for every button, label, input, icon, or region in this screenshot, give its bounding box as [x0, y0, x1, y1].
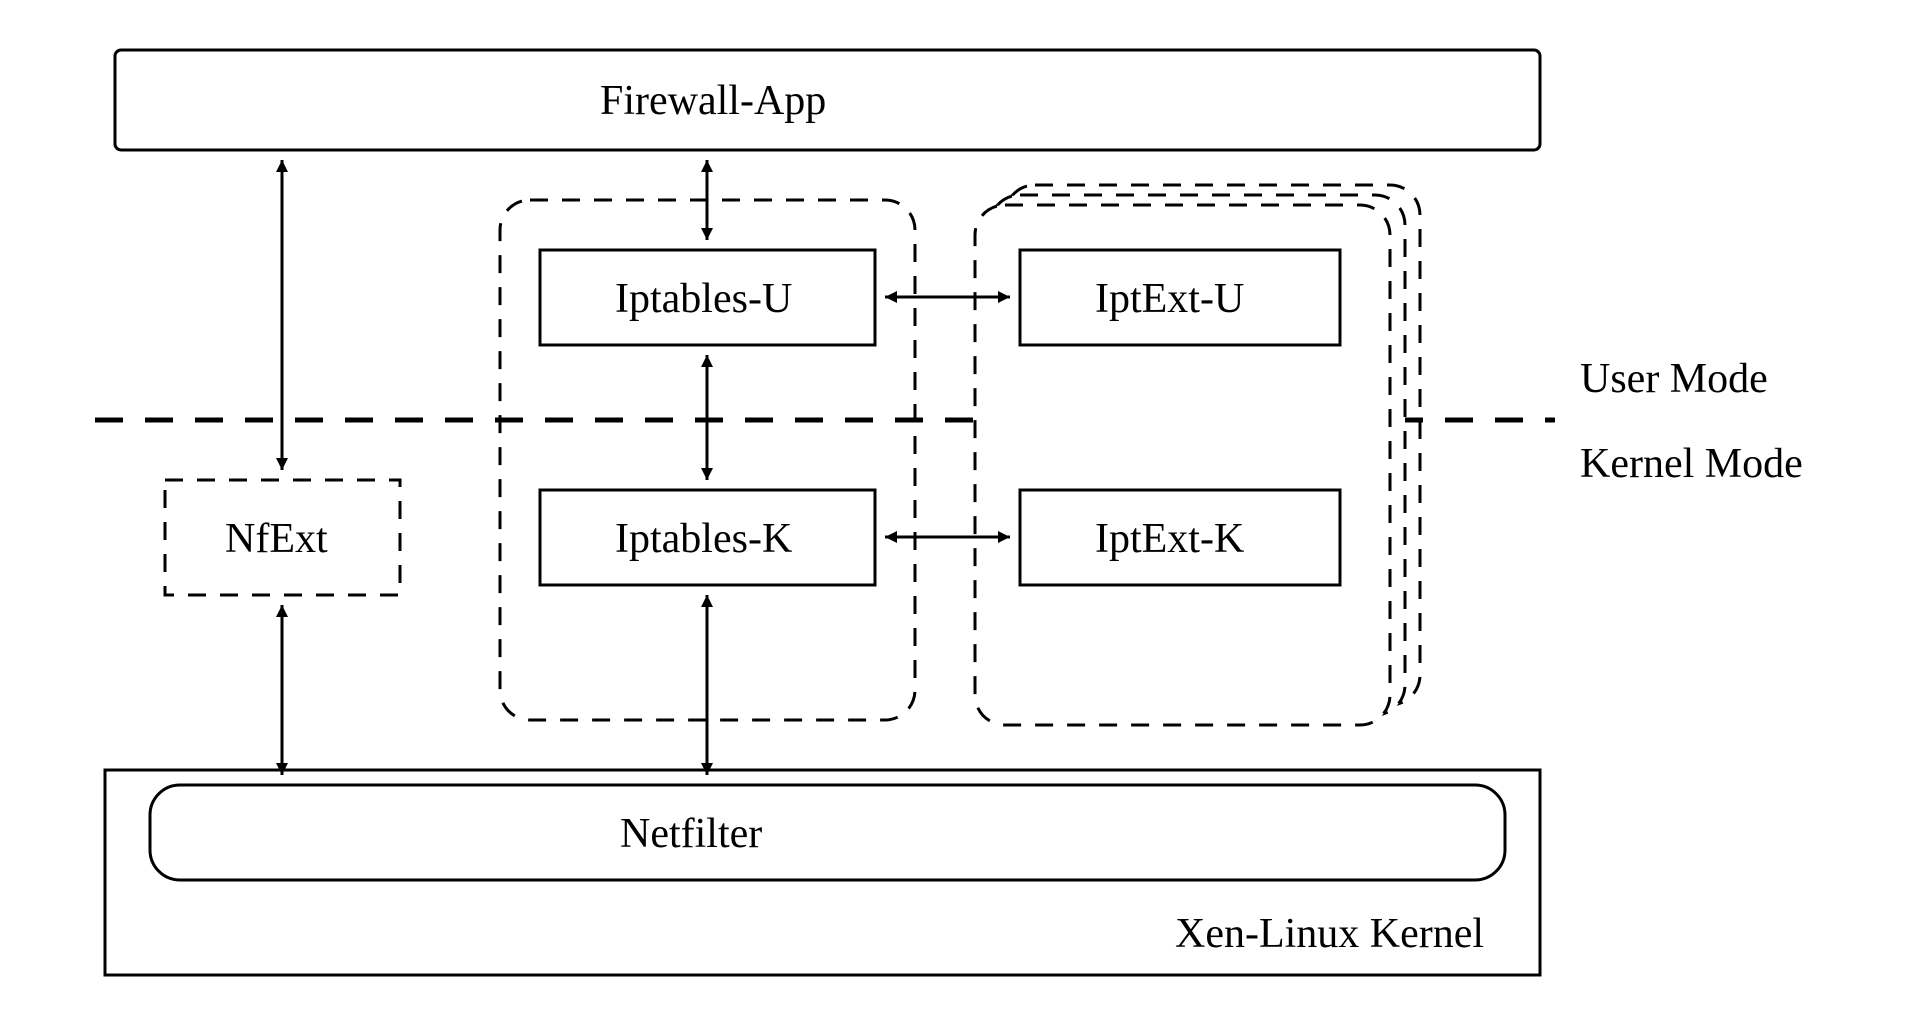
user-mode-label: User Mode: [1580, 355, 1768, 403]
iptables-u-label: Iptables-U: [615, 275, 792, 323]
firewall-app-box: [115, 50, 1540, 150]
netfilter-box: [150, 785, 1505, 880]
iptables-k-label: Iptables-K: [615, 515, 792, 563]
xen-kernel-label: Xen-Linux Kernel: [1175, 910, 1484, 958]
iptext-k-label: IptExt-K: [1095, 515, 1244, 563]
diagram-svg: [0, 0, 1921, 1026]
diagram-stage: Firewall-App Iptables-U Iptables-K IptEx…: [0, 0, 1921, 1026]
kernel-mode-label: Kernel Mode: [1580, 440, 1803, 488]
netfilter-label: Netfilter: [620, 810, 762, 858]
nfext-label: NfExt: [225, 515, 328, 563]
firewall-app-label: Firewall-App: [600, 77, 826, 125]
iptext-u-label: IptExt-U: [1095, 275, 1244, 323]
